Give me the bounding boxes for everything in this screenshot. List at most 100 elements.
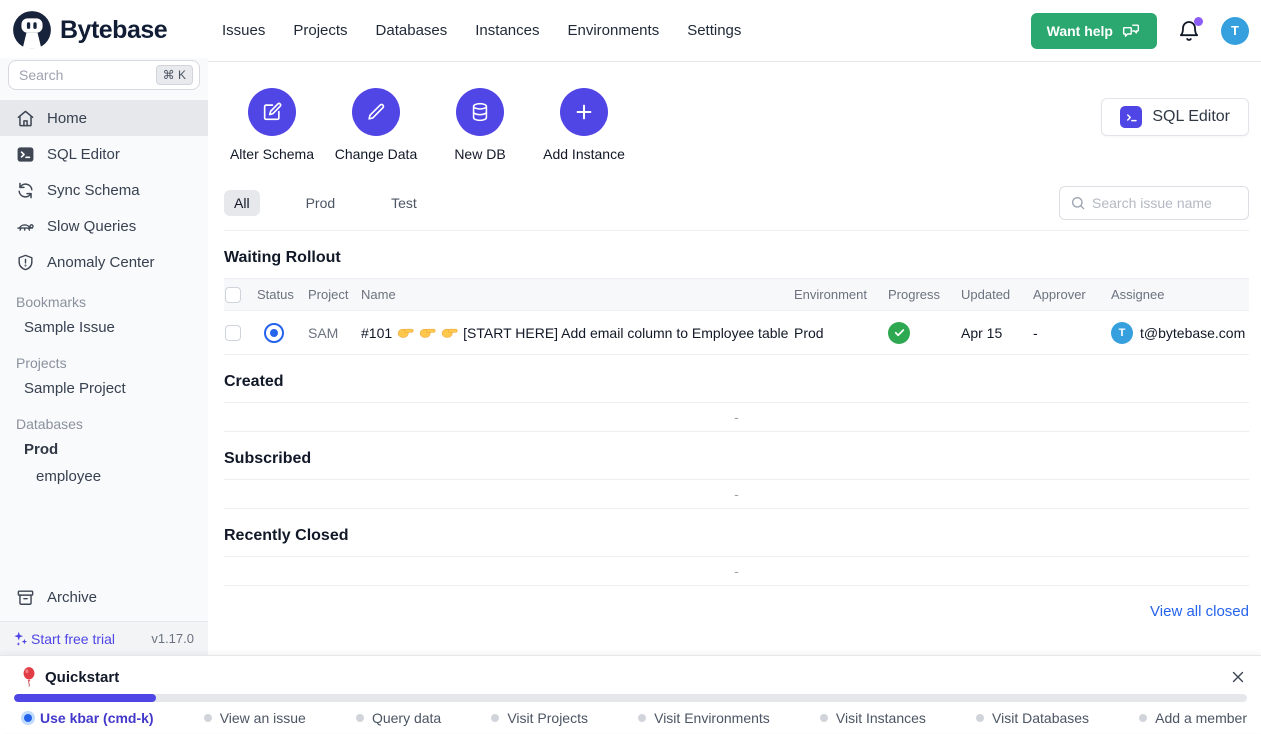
- home-icon: [16, 109, 35, 128]
- issue-updated: Apr 15: [961, 325, 1033, 341]
- main-area: Issues Projects Databases Instances Envi…: [208, 0, 1261, 655]
- column-environment: Environment: [794, 287, 888, 302]
- quickstart-progress-track: [14, 694, 1247, 702]
- tab-all[interactable]: All: [224, 190, 260, 216]
- issue-title: [START HERE] Add email column to Employe…: [463, 325, 788, 341]
- issue-search-input[interactable]: [1092, 195, 1238, 211]
- tab-test[interactable]: Test: [381, 190, 427, 216]
- assignee-email: t@bytebase.com: [1140, 325, 1245, 341]
- sidebar-item-sync-schema[interactable]: Sync Schema: [0, 172, 208, 208]
- notification-bell-icon[interactable]: [1177, 19, 1201, 43]
- filter-row: All Prod Test: [224, 186, 1249, 231]
- quick-action-label: New DB: [454, 146, 505, 162]
- issue-row[interactable]: SAM #101 [START HERE] Add email column t…: [224, 311, 1249, 355]
- subscribed-empty-row: -: [224, 479, 1249, 509]
- quickstart-step-view-issue[interactable]: View an issue: [204, 710, 306, 726]
- pointing-right-emoji: [419, 326, 436, 340]
- sidebar-search-input[interactable]: [19, 67, 156, 83]
- nav-instances[interactable]: Instances: [475, 22, 539, 39]
- nav-settings[interactable]: Settings: [687, 22, 741, 39]
- sidebar-item-label: Slow Queries: [47, 218, 136, 235]
- quickstart-title: Quickstart: [45, 669, 119, 686]
- step-dot: [638, 714, 646, 722]
- sidebar-nav: Home SQL Editor Sync Schema Slow Queries: [0, 100, 208, 579]
- step-dot: [491, 714, 499, 722]
- quickstart-bar: Quickstart Use kbar (cmd-k) View an issu…: [0, 655, 1261, 733]
- sidebar-item-anomaly-center[interactable]: Anomaly Center: [0, 244, 208, 280]
- sidebar-item-sql-editor[interactable]: SQL Editor: [0, 136, 208, 172]
- close-icon[interactable]: [1229, 668, 1247, 686]
- nav-issues[interactable]: Issues: [222, 22, 265, 39]
- quickstart-step-visit-instances[interactable]: Visit Instances: [820, 710, 926, 726]
- bytebase-logo-icon: [12, 10, 52, 50]
- top-bar: Issues Projects Databases Instances Envi…: [208, 0, 1261, 62]
- quick-actions: Alter Schema Change Data New DB: [224, 88, 632, 162]
- want-help-button[interactable]: Want help: [1031, 13, 1157, 49]
- select-all-checkbox[interactable]: [225, 287, 241, 303]
- notification-dot: [1194, 17, 1203, 26]
- issue-name: #101 [START HERE] Add email column to Em…: [361, 325, 794, 341]
- step-label: Visit Instances: [836, 710, 926, 726]
- quickstart-step-visit-databases[interactable]: Visit Databases: [976, 710, 1089, 726]
- section-title-created: Created: [224, 373, 1249, 391]
- quick-action-label: Add Instance: [543, 146, 625, 162]
- step-label: Visit Projects: [507, 710, 588, 726]
- bookmark-sample-issue[interactable]: Sample Issue: [0, 314, 208, 341]
- sidebar-item-label: Anomaly Center: [47, 254, 155, 271]
- database-env-prod[interactable]: Prod: [0, 436, 208, 463]
- start-free-trial-link[interactable]: Start free trial: [12, 630, 115, 647]
- quickstart-step-visit-projects[interactable]: Visit Projects: [491, 710, 588, 726]
- step-dot: [1139, 714, 1147, 722]
- issue-search-box[interactable]: [1059, 186, 1249, 220]
- pointing-right-emoji: [441, 326, 458, 340]
- quickstart-step-use-kbar[interactable]: Use kbar (cmd-k): [24, 710, 154, 726]
- database-icon: [456, 88, 504, 136]
- project-sample-project[interactable]: Sample Project: [0, 375, 208, 402]
- brand-logo[interactable]: Bytebase: [0, 0, 208, 58]
- add-instance-button[interactable]: Add Instance: [536, 88, 632, 162]
- app-version: v1.17.0: [151, 631, 194, 646]
- plus-icon: [560, 88, 608, 136]
- nav-environments[interactable]: Environments: [567, 22, 659, 39]
- start-free-trial-label: Start free trial: [31, 631, 115, 647]
- sql-editor-button[interactable]: SQL Editor: [1101, 98, 1249, 136]
- quickstart-header: Quickstart: [0, 656, 1261, 687]
- sidebar-search[interactable]: ⌘ K: [8, 60, 200, 90]
- step-dot: [24, 714, 32, 722]
- tab-prod[interactable]: Prod: [296, 190, 346, 216]
- column-updated: Updated: [961, 287, 1033, 302]
- sidebar: Bytebase ⌘ K Home SQL Editor: [0, 0, 208, 655]
- change-data-button[interactable]: Change Data: [328, 88, 424, 162]
- issue-table-header: Status Project Name Environment Progress…: [224, 278, 1249, 311]
- pointing-right-emoji: [397, 326, 414, 340]
- step-dot: [204, 714, 212, 722]
- projects-section-title: Projects: [0, 341, 208, 375]
- nav-projects[interactable]: Projects: [293, 22, 347, 39]
- step-dot: [976, 714, 984, 722]
- sidebar-item-label: SQL Editor: [47, 146, 120, 163]
- step-label: Use kbar (cmd-k): [40, 710, 154, 726]
- step-label: Add a member: [1155, 710, 1247, 726]
- database-employee[interactable]: employee: [0, 463, 208, 490]
- row-checkbox[interactable]: [225, 325, 241, 341]
- user-avatar[interactable]: T: [1221, 17, 1249, 45]
- column-name: Name: [361, 287, 794, 302]
- sidebar-item-home[interactable]: Home: [0, 100, 208, 136]
- section-title-subscribed: Subscribed: [224, 450, 1249, 468]
- quickstart-step-visit-environments[interactable]: Visit Environments: [638, 710, 770, 726]
- quickstart-step-add-member[interactable]: Add a member: [1139, 710, 1247, 726]
- new-db-button[interactable]: New DB: [432, 88, 528, 162]
- quickstart-step-query-data[interactable]: Query data: [356, 710, 441, 726]
- nav-databases[interactable]: Databases: [376, 22, 448, 39]
- issue-approver: -: [1033, 325, 1111, 341]
- view-all-closed-link[interactable]: View all closed: [1150, 603, 1249, 620]
- column-project: Project: [308, 287, 361, 302]
- sidebar-item-label: Sync Schema: [47, 182, 140, 199]
- column-progress: Progress: [888, 287, 961, 302]
- alter-schema-button[interactable]: Alter Schema: [224, 88, 320, 162]
- step-dot: [820, 714, 828, 722]
- pencil-icon: [352, 88, 400, 136]
- sidebar-item-slow-queries[interactable]: Slow Queries: [0, 208, 208, 244]
- sidebar-item-archive[interactable]: Archive: [0, 579, 208, 615]
- top-nav: Issues Projects Databases Instances Envi…: [222, 22, 741, 39]
